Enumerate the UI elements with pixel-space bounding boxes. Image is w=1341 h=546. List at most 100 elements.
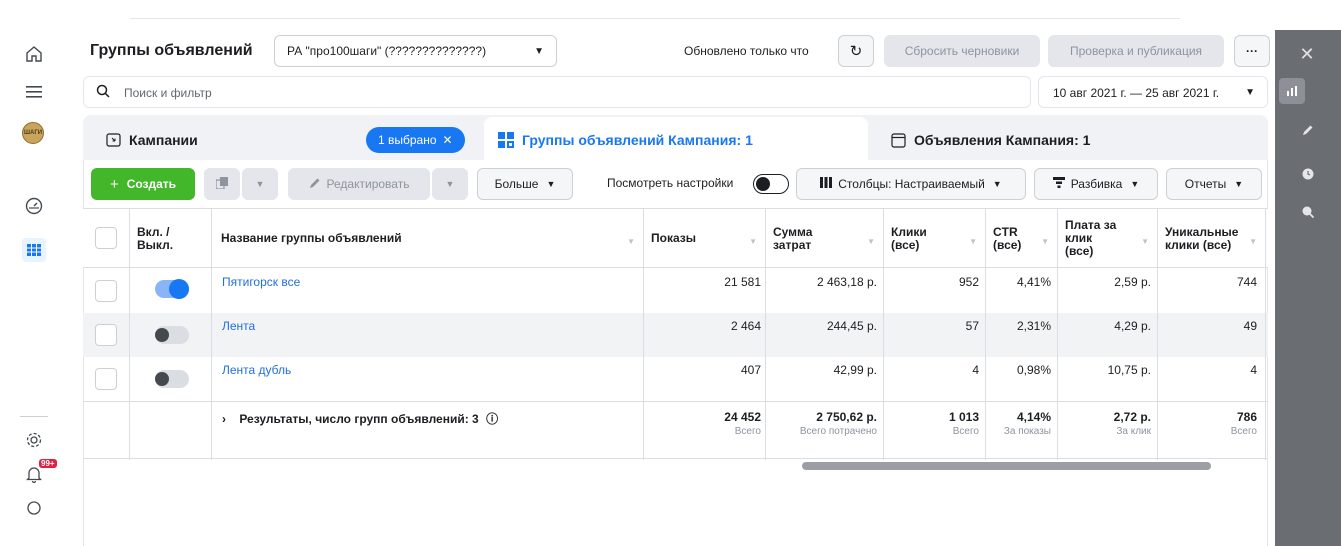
cell-ctr: 2,31% bbox=[1016, 319, 1051, 333]
row-checkbox[interactable] bbox=[95, 368, 117, 390]
row-toggle-on[interactable] bbox=[155, 279, 189, 299]
menu-icon[interactable] bbox=[22, 80, 46, 104]
create-label: Создать bbox=[126, 177, 177, 191]
campaign-folder-icon bbox=[105, 132, 121, 148]
edit-button[interactable]: Редактировать bbox=[288, 168, 430, 200]
info-icon[interactable]: ⓘ bbox=[486, 412, 498, 426]
cell-spend: 42,99 р. bbox=[833, 363, 877, 377]
tab-adsets-label: Группы объявлений Кампания: 1 bbox=[522, 132, 753, 148]
search-bar[interactable] bbox=[83, 76, 1031, 108]
discard-drafts-button[interactable]: Сбросить черновики bbox=[884, 35, 1040, 67]
refresh-icon: ↻ bbox=[849, 43, 863, 60]
columns-button[interactable]: Столбцы: Настраиваемый ▼ bbox=[796, 168, 1026, 200]
tab-campaigns-label: Кампании bbox=[129, 132, 198, 148]
totals-summary[interactable]: › Результаты, число групп объявлений: 3 … bbox=[222, 410, 498, 427]
column-divider bbox=[1157, 208, 1158, 460]
column-header-name[interactable]: Название группы объявлений ▼ bbox=[213, 209, 643, 268]
tab-adsets[interactable]: Группы объявлений Кампания: 1 bbox=[484, 117, 868, 163]
account-avatar[interactable]: ШАГИ bbox=[22, 122, 44, 144]
row-checkbox[interactable] bbox=[95, 324, 117, 346]
date-range-picker[interactable]: 10 авг 2021 г. — 25 авг 2021 г. ▼ bbox=[1038, 76, 1268, 108]
reports-button[interactable]: Отчеты ▼ bbox=[1166, 168, 1262, 200]
column-divider bbox=[985, 208, 986, 460]
cell-ctr: 0,98% bbox=[1016, 363, 1051, 377]
row-checkbox[interactable] bbox=[95, 280, 117, 302]
review-publish-button[interactable]: Проверка и публикация bbox=[1048, 35, 1224, 67]
close-icon[interactable]: ✕ bbox=[1292, 44, 1322, 65]
tab-ads[interactable]: Объявления Кампания: 1 bbox=[876, 118, 1262, 162]
table-row[interactable]: Лента 2 464 244,45 р. 57 2,31% 4,29 р. 4… bbox=[83, 313, 1268, 357]
column-header-impressions[interactable]: Показы ▼ bbox=[643, 209, 765, 268]
totals-row: › Результаты, число групп объявлений: 3 … bbox=[83, 401, 1268, 459]
selected-filter-pill[interactable]: 1 выбрано ✕ bbox=[366, 127, 465, 153]
column-header-unique[interactable]: Уникальные клики (все) ▼ bbox=[1157, 209, 1265, 268]
total-clicks: 1 013 bbox=[948, 410, 979, 424]
ad-window-icon bbox=[890, 132, 906, 148]
dashboard-gauge-icon[interactable] bbox=[22, 194, 46, 218]
view-settings-toggle[interactable] bbox=[753, 174, 789, 194]
plus-icon: + bbox=[109, 175, 119, 193]
impressions-header-label: Показы bbox=[651, 231, 696, 245]
caret-down-icon: ▼ bbox=[445, 179, 455, 189]
duplicate-icon bbox=[215, 176, 228, 192]
cell-spend: 2 463,18 р. bbox=[816, 275, 877, 289]
tab-ads-label: Объявления Кампания: 1 bbox=[914, 132, 1091, 148]
edit-dropdown[interactable]: ▼ bbox=[432, 168, 468, 200]
chevron-right-icon[interactable]: › bbox=[222, 412, 226, 426]
name-header-label: Название группы объявлений bbox=[221, 231, 402, 245]
cell-cpc: 2,59 р. bbox=[1114, 275, 1151, 289]
table-header-row: Вкл. / Выкл. Название группы объявлений ▼… bbox=[83, 208, 1268, 268]
column-header-ctr[interactable]: CTR (все) ▼ bbox=[985, 209, 1057, 268]
adset-name-link[interactable]: Пятигорск все bbox=[222, 275, 300, 289]
sort-caret-icon: ▼ bbox=[1141, 237, 1149, 246]
column-divider bbox=[211, 208, 212, 460]
more-options-button[interactable]: ··· bbox=[1234, 35, 1270, 67]
table-row[interactable]: Лента дубль 407 42,99 р. 4 0,98% 10,75 р… bbox=[83, 357, 1268, 401]
sort-caret-icon: ▼ bbox=[969, 237, 977, 246]
cell-unique: 744 bbox=[1236, 275, 1257, 289]
selected-count: 1 выбрано bbox=[378, 133, 437, 147]
caret-down-icon: ▼ bbox=[534, 46, 544, 57]
duplicate-button[interactable] bbox=[204, 168, 240, 200]
row-toggle-off[interactable] bbox=[155, 370, 189, 388]
account-name: РА "про100шаги" (??????????????) bbox=[287, 44, 487, 58]
inspect-magnifier-icon[interactable] bbox=[1275, 206, 1341, 218]
ads-manager-table-icon[interactable] bbox=[22, 238, 46, 262]
column-header-clicks[interactable]: Клики (все) ▼ bbox=[883, 209, 985, 268]
column-divider bbox=[129, 208, 130, 460]
duplicate-dropdown[interactable]: ▼ bbox=[242, 168, 278, 200]
column-header-onoff[interactable]: Вкл. / Выкл. bbox=[129, 209, 211, 268]
bar-chart-icon[interactable] bbox=[1279, 78, 1305, 104]
home-icon[interactable] bbox=[22, 42, 46, 66]
column-header-spend[interactable]: Сумма затрат ▼ bbox=[765, 209, 883, 268]
column-header-cpc[interactable]: Плата за клик (все) ▼ bbox=[1057, 209, 1157, 268]
adset-name-link[interactable]: Лента bbox=[222, 319, 255, 333]
caret-down-icon: ▼ bbox=[546, 179, 556, 189]
notifications-badge: 99+ bbox=[39, 459, 57, 468]
more-actions-button[interactable]: Больше ▼ bbox=[477, 168, 573, 200]
select-all-checkbox[interactable] bbox=[95, 227, 117, 249]
search-circle-icon[interactable] bbox=[22, 496, 46, 520]
sort-caret-icon: ▼ bbox=[1041, 237, 1049, 246]
refresh-button[interactable]: ↻ bbox=[838, 35, 874, 67]
cell-impressions: 21 581 bbox=[724, 275, 761, 289]
settings-gear-icon[interactable] bbox=[22, 428, 46, 452]
sort-caret-icon: ▼ bbox=[627, 237, 635, 246]
account-selector[interactable]: РА "про100шаги" (??????????????) ▼ bbox=[274, 35, 557, 67]
page-title: Группы объявлений bbox=[90, 42, 253, 59]
edit-label: Редактировать bbox=[326, 177, 410, 191]
column-divider bbox=[765, 208, 766, 460]
table-row[interactable]: Пятигорск все 21 581 2 463,18 р. 952 4,4… bbox=[83, 269, 1268, 313]
search-input[interactable] bbox=[124, 83, 1004, 103]
clock-history-icon[interactable] bbox=[1275, 168, 1341, 180]
close-icon[interactable]: ✕ bbox=[443, 133, 453, 147]
breakdown-button[interactable]: Разбивка ▼ bbox=[1034, 168, 1158, 200]
row-toggle-off[interactable] bbox=[155, 326, 189, 344]
adset-name-link[interactable]: Лента дубль bbox=[222, 363, 291, 377]
sort-caret-icon: ▼ bbox=[749, 237, 757, 246]
horizontal-scrollbar[interactable] bbox=[802, 462, 1211, 470]
caret-down-icon: ▼ bbox=[1234, 179, 1244, 189]
pencil-icon[interactable] bbox=[1275, 124, 1341, 136]
columns-icon bbox=[820, 177, 833, 191]
create-button[interactable]: + Создать bbox=[91, 168, 195, 200]
